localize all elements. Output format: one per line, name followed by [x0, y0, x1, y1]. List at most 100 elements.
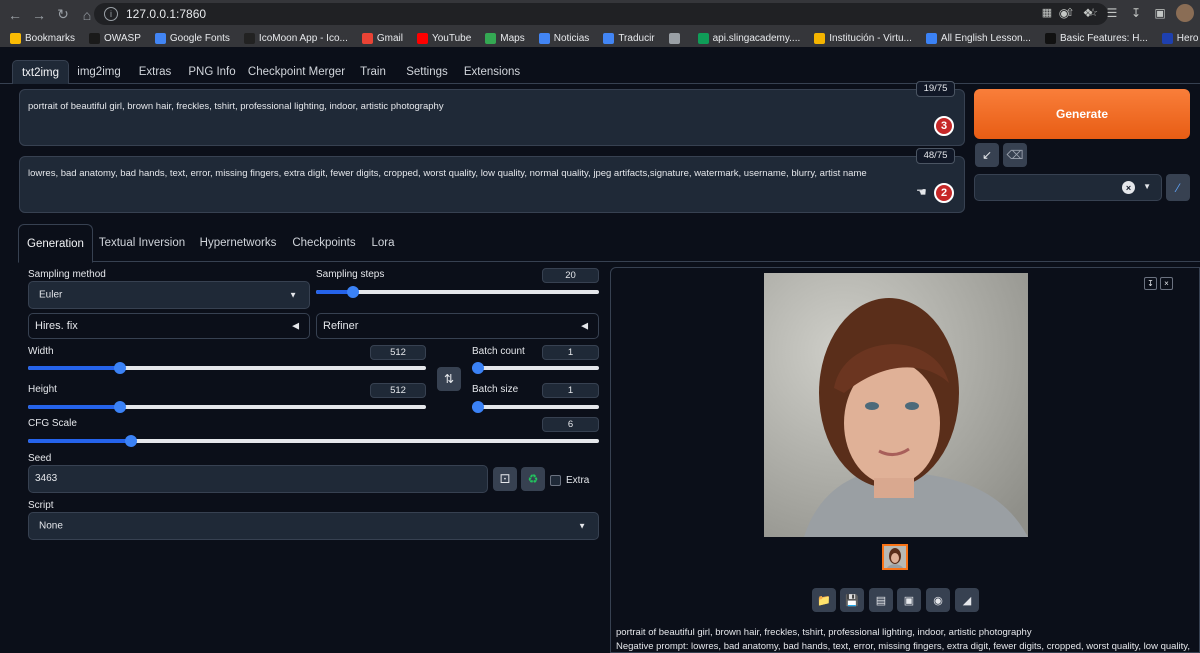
clear-icon[interactable]: ×	[1122, 181, 1135, 194]
bookmark-item[interactable]: OWASP	[89, 32, 141, 44]
slider-thumb[interactable]	[124, 435, 137, 447]
sampling-method-dropdown[interactable]: Euler ▼	[28, 281, 310, 309]
sampling-method-value: Euler	[39, 289, 63, 301]
ruler-icon[interactable]: ◢	[955, 588, 979, 612]
styles-dropdown[interactable]: × ▼	[974, 174, 1162, 201]
site-info-icon[interactable]: i	[104, 7, 118, 21]
tab-settings[interactable]: Settings	[400, 60, 454, 84]
tab-lora[interactable]: Lora	[368, 224, 398, 262]
bookmark-item[interactable]: Basic Features: H...	[1044, 32, 1148, 44]
tab-generation[interactable]: Generation	[18, 224, 93, 263]
width-input[interactable]: 512	[370, 345, 426, 360]
slider-thumb[interactable]	[113, 362, 126, 374]
generate-button[interactable]: Generate	[974, 89, 1190, 139]
batch-size-label: Batch size	[472, 384, 519, 395]
back-icon[interactable]: ←	[4, 4, 26, 26]
bookmark-item[interactable]	[668, 32, 684, 44]
seed-label: Seed	[28, 453, 52, 464]
bookmark-item[interactable]: Traducir	[603, 32, 655, 44]
output-caption-negative: Negative prompt: lowres, bad anatomy, ba…	[616, 641, 1190, 652]
bookmark-label: Noticias	[553, 32, 590, 44]
tab-checkpoints[interactable]: Checkpoints	[288, 224, 360, 262]
slider-thumb[interactable]	[346, 286, 359, 298]
zip-icon[interactable]: ▤	[869, 588, 893, 612]
cfg-scale-input[interactable]: 6	[542, 417, 599, 432]
bookmark-item[interactable]: All English Lesson...	[925, 32, 1031, 44]
bookmark-item[interactable]: YouTube	[416, 32, 471, 44]
puzzle-icon[interactable]: ❖	[1080, 6, 1096, 20]
media-icon[interactable]: ☰	[1104, 6, 1120, 20]
hand-icon[interactable]: ☚	[916, 185, 927, 199]
save-icon[interactable]: 💾	[840, 588, 864, 612]
tab-png-info[interactable]: PNG Info	[184, 60, 240, 84]
height-slider[interactable]	[28, 401, 426, 413]
seed-input[interactable]: 3463	[28, 465, 488, 493]
sampling-steps-input[interactable]: 20	[542, 268, 599, 283]
tab-extras[interactable]: Extras	[132, 60, 178, 84]
batch-count-label: Batch count	[472, 346, 525, 357]
bookmark-item[interactable]: Maps	[485, 32, 525, 44]
tab-hypernetworks[interactable]: Hypernetworks	[196, 224, 280, 262]
batch-count-slider[interactable]	[472, 362, 599, 374]
extra-checkbox[interactable]	[550, 475, 561, 486]
slider-thumb[interactable]	[113, 401, 126, 413]
bookmark-item[interactable]: Bookmarks	[10, 32, 75, 44]
extension-icon[interactable]: ◉	[1056, 6, 1072, 20]
batch-size-input[interactable]: 1	[542, 383, 599, 398]
trash-icon[interactable]: ⌫	[1003, 143, 1027, 167]
prompt-error-badge[interactable]: 3	[934, 116, 954, 136]
reload-icon[interactable]: ↻	[52, 4, 74, 26]
bookmark-item[interactable]: Gmail	[361, 32, 403, 44]
edit-styles-icon[interactable]: ⁄	[1166, 174, 1190, 201]
script-value: None	[39, 520, 63, 532]
recycle-icon[interactable]: ♻	[521, 467, 545, 491]
bookmark-item[interactable]: Noticias	[538, 32, 590, 44]
batch-count-input[interactable]: 1	[542, 345, 599, 360]
swap-dimensions-icon[interactable]: ⇅	[437, 367, 461, 391]
sidepanel-icon[interactable]: ▣	[1152, 6, 1168, 20]
download-icon[interactable]: ↧	[1144, 277, 1157, 290]
bookmark-label: Institución - Virtu...	[829, 32, 912, 44]
negative-prompt-input[interactable]: lowres, bad anatomy, bad hands, text, er…	[19, 156, 965, 213]
dice-icon[interactable]: ⚀	[493, 467, 517, 491]
cfg-scale-slider[interactable]	[28, 435, 599, 447]
tab-textual-inversion[interactable]: Textual Inversion	[98, 224, 186, 262]
tab-train[interactable]: Train	[352, 60, 394, 84]
tab-extensions[interactable]: Extensions	[460, 60, 524, 84]
bookmark-item[interactable]: IcoMoon App - Ico...	[243, 32, 348, 44]
tab-img2img[interactable]: img2img	[72, 60, 126, 84]
sampling-steps-slider[interactable]	[316, 286, 599, 298]
extra-label: Extra	[566, 475, 590, 486]
bookmark-favicon-icon	[668, 32, 680, 44]
batch-size-slider[interactable]	[472, 401, 599, 413]
tab-checkpoint-merger[interactable]: Checkpoint Merger	[246, 60, 347, 84]
script-dropdown[interactable]: None ▼	[28, 512, 599, 540]
bookmark-item[interactable]: api.slingacademy....	[697, 32, 800, 44]
bookmark-item[interactable]: Institución - Virtu...	[814, 32, 912, 44]
height-input[interactable]: 512	[370, 383, 426, 398]
width-slider[interactable]	[28, 362, 426, 374]
generated-image[interactable]	[764, 273, 1028, 537]
prompt-input[interactable]: portrait of beautiful girl, brown hair, …	[19, 89, 965, 146]
tab-txt2img[interactable]: txt2img	[12, 60, 69, 84]
bookmark-label: Maps	[500, 32, 525, 44]
avatar[interactable]	[1176, 4, 1194, 22]
refiner-accordion[interactable]: Refiner ◀	[316, 313, 599, 339]
close-icon[interactable]: ×	[1160, 277, 1173, 290]
thumbnail[interactable]	[882, 544, 908, 570]
translate-icon[interactable]: ▦	[1040, 6, 1054, 19]
folder-icon[interactable]: 📁	[812, 588, 836, 612]
bookmark-label: IcoMoon App - Ico...	[258, 32, 348, 44]
paste-arrow-icon[interactable]: ↙	[975, 143, 999, 167]
palette-icon[interactable]: ◉	[926, 588, 950, 612]
slider-thumb[interactable]	[472, 362, 484, 374]
slider-thumb[interactable]	[472, 401, 484, 413]
image-icon[interactable]: ▣	[897, 588, 921, 612]
address-bar[interactable]: i 127.0.0.1:7860 ▦ ⇧ ☆	[94, 3, 1108, 25]
negative-error-badge[interactable]: 2	[934, 183, 954, 203]
download-icon[interactable]: ↧	[1128, 6, 1144, 20]
hires-fix-accordion[interactable]: Hires. fix ◀	[28, 313, 310, 339]
forward-icon[interactable]: →	[28, 4, 50, 26]
bookmark-item[interactable]: Google Fonts	[154, 32, 230, 44]
bookmark-item[interactable]: Hero CRM	[1161, 32, 1200, 44]
